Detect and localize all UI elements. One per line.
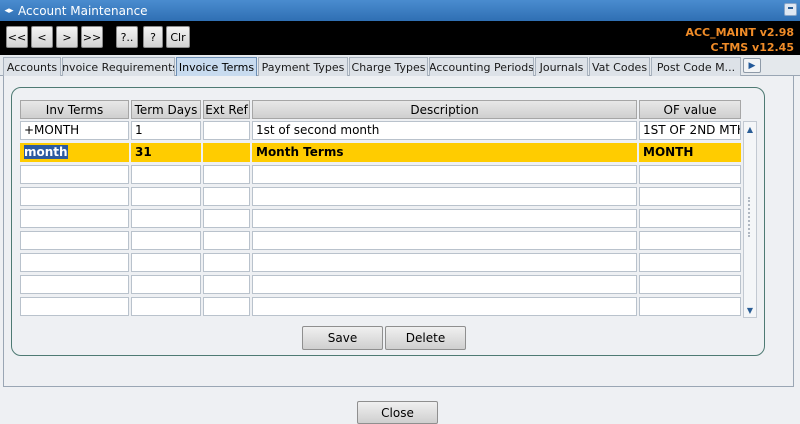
previous-record-button[interactable]: < [31,26,53,48]
cell-ext-ref[interactable] [203,121,250,140]
scroll-up-icon[interactable]: ▲ [744,123,756,135]
cell-of-value[interactable] [639,253,741,272]
cell-of-value[interactable] [639,297,741,316]
minimize-icon[interactable] [784,3,797,16]
version-line-2: C-TMS v12.45 [710,41,794,54]
cell-inv-terms[interactable] [20,275,129,294]
version-line-1: ACC_MAINT v2.98 [685,26,794,39]
cell-term-days[interactable] [131,275,201,294]
cell-term-days[interactable] [131,297,201,316]
scroll-grip[interactable] [748,197,752,237]
column-header-inv-terms: Inv Terms [20,100,129,119]
next-record-button[interactable]: > [56,26,78,48]
tab-journals[interactable]: Journals [535,57,588,76]
cell-term-days[interactable] [131,187,201,206]
tab-post-code-m[interactable]: Post Code M... [651,57,741,76]
last-record-button[interactable]: >> [81,26,103,48]
cell-description[interactable]: 1st of second month [252,121,637,140]
cell-description[interactable] [252,165,637,184]
cell-ext-ref[interactable] [203,253,250,272]
cell-of-value[interactable] [639,165,741,184]
cell-term-days[interactable]: 31 [131,143,201,162]
cell-of-value[interactable] [639,231,741,250]
tab-invoice-requirements[interactable]: Invoice Requirements [62,57,175,76]
cell-description[interactable] [252,297,637,316]
cell-inv-terms[interactable] [20,297,129,316]
version-info: ACC_MAINT v2.98 C-TMS v12.45 [685,25,794,55]
cell-ext-ref[interactable] [203,275,250,294]
cell-term-days[interactable] [131,209,201,228]
toolbar: << < > >> ?.. ? Clr ACC_MAINT v2.98 C-TM… [0,21,800,55]
tab-payment-types[interactable]: Payment Types [258,57,348,76]
cell-term-days[interactable] [131,231,201,250]
column-header-description: Description [252,100,637,119]
cell-description[interactable] [252,231,637,250]
cell-term-days[interactable]: 1 [131,121,201,140]
cell-ext-ref[interactable] [203,187,250,206]
cell-inv-terms-selected[interactable]: month [20,143,129,162]
cell-of-value[interactable]: MONTH [639,143,741,162]
save-button[interactable]: Save [302,326,383,350]
window-title: Account Maintenance [18,3,148,18]
tab-invoice-terms[interactable]: Invoice Terms [176,57,257,76]
close-button[interactable]: Close [357,401,438,424]
cell-description[interactable] [252,209,637,228]
tab-charge-types[interactable]: Charge Types [349,57,428,76]
clear-button[interactable]: Clr [166,26,190,48]
cell-description[interactable] [252,187,637,206]
cell-of-value[interactable] [639,209,741,228]
query-button[interactable]: ?.. [116,26,138,48]
column-header-term-days: Term Days [131,100,201,119]
cell-term-days[interactable] [131,253,201,272]
delete-button[interactable]: Delete [385,326,466,350]
cell-description[interactable]: Month Terms [252,143,637,162]
cell-of-value[interactable]: 1ST OF 2ND MTH [639,121,741,140]
cell-ext-ref[interactable] [203,209,250,228]
column-header-ext-ref: Ext Ref [203,100,250,119]
tab-scroll-right-icon[interactable]: ▶ [743,58,761,73]
cell-of-value[interactable] [639,187,741,206]
scroll-down-icon[interactable]: ▼ [744,304,756,316]
cell-description[interactable] [252,253,637,272]
cell-ext-ref[interactable] [203,231,250,250]
cell-description[interactable] [252,275,637,294]
selected-text: month [24,145,68,159]
cell-ext-ref[interactable] [203,165,250,184]
cell-ext-ref[interactable] [203,143,250,162]
cell-inv-terms[interactable]: +MONTH [20,121,129,140]
tab-accounting-periods[interactable]: Accounting Periods [429,57,534,76]
cell-inv-terms[interactable] [20,253,129,272]
first-record-button[interactable]: << [6,26,28,48]
cell-of-value[interactable] [639,275,741,294]
cell-term-days[interactable] [131,165,201,184]
cell-ext-ref[interactable] [203,297,250,316]
help-button[interactable]: ? [143,26,163,48]
cell-inv-terms[interactable] [20,187,129,206]
tab-accounts[interactable]: Accounts [3,57,61,76]
cell-inv-terms[interactable] [20,231,129,250]
window-menu-icon[interactable]: ◂▸ [2,6,16,16]
tab-vat-codes[interactable]: Vat Codes [589,57,650,76]
tab-bar: Accounts Invoice Requirements Invoice Te… [0,55,800,76]
column-header-of-value: OF value [639,100,741,119]
cell-inv-terms[interactable] [20,165,129,184]
grid-scrollbar[interactable]: ▲ ▼ [743,121,757,318]
cell-inv-terms[interactable] [20,209,129,228]
window-title-bar: ◂▸ Account Maintenance [0,0,800,21]
